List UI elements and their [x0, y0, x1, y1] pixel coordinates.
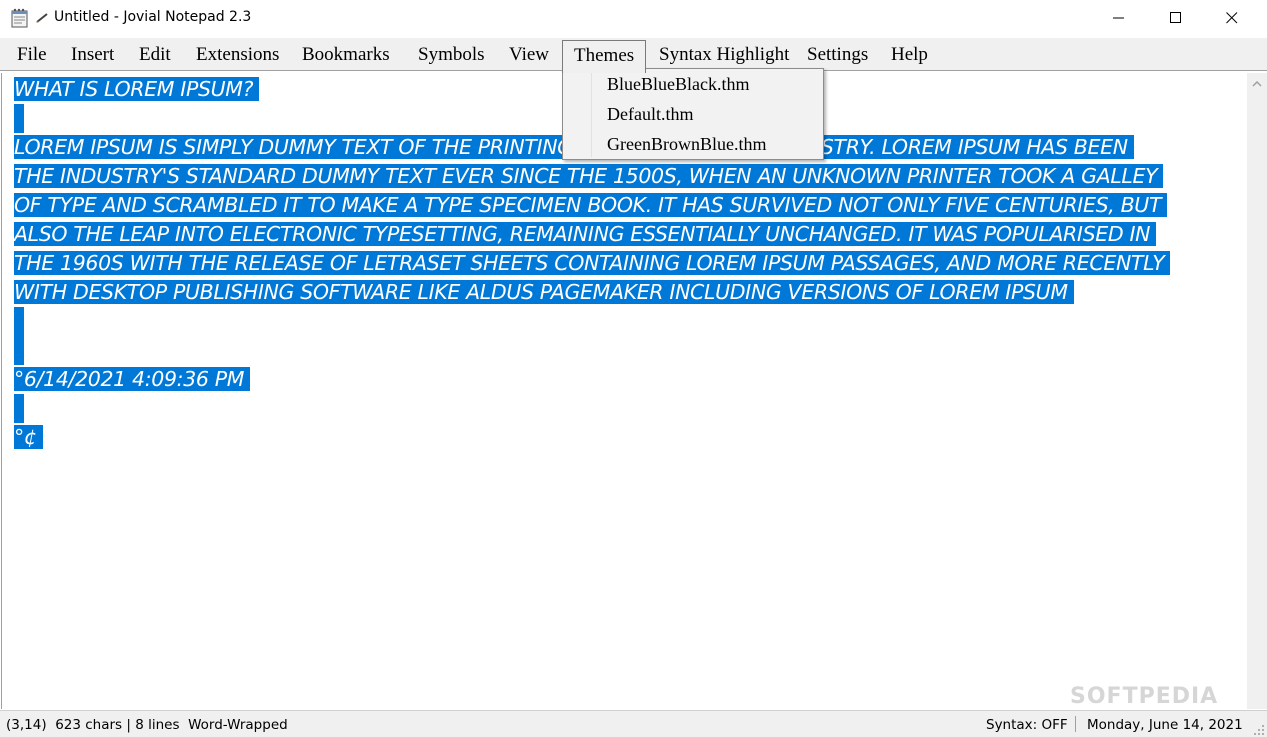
menu-view[interactable]: View — [509, 38, 549, 71]
menu-insert[interactable]: Insert — [71, 38, 114, 71]
scroll-up-button[interactable] — [1247, 73, 1267, 95]
menu-syntax-highlight[interactable]: Syntax Highlight — [659, 38, 789, 71]
text-line — [14, 307, 1239, 336]
menu-symbols[interactable]: Symbols — [418, 38, 485, 71]
status-info: (3,14) 623 chars | 8 lines Word-Wrapped — [6, 717, 288, 733]
syntax-status: Syntax: OFF — [986, 717, 1068, 733]
text-line: THE 1960S WITH THE RELEASE OF LETRASET S… — [14, 249, 1239, 278]
minimize-icon — [1113, 17, 1124, 19]
title-bar: Untitled - Jovial Notepad 2.3 — [0, 0, 1267, 36]
menu-help[interactable]: Help — [891, 38, 928, 71]
status-bar: (3,14) 623 chars | 8 lines Word-Wrapped … — [0, 710, 1267, 737]
text-line: °6/14/2021 4:09:36 PM — [14, 365, 1239, 394]
menu-extensions[interactable]: Extensions — [196, 38, 279, 71]
text-line — [14, 336, 1239, 365]
maximize-icon — [1170, 12, 1181, 23]
menu-edit[interactable]: Edit — [139, 38, 171, 71]
theme-greenbrownblue[interactable]: GreenBrownBlue.thm — [607, 134, 766, 155]
status-divider — [1075, 716, 1076, 732]
menu-bookmarks[interactable]: Bookmarks — [302, 38, 390, 71]
close-icon — [1226, 12, 1238, 24]
maximize-button[interactable] — [1153, 0, 1199, 36]
themes-dropdown: BlueBlueBlack.thm Default.thm GreenBrown… — [562, 68, 824, 160]
editor-area[interactable]: WHAT IS LOREM IPSUM? LOREM IPSUM IS SIMP… — [1, 73, 1267, 709]
chevron-up-icon — [1252, 81, 1262, 87]
status-date: Monday, June 14, 2021 — [1087, 717, 1243, 733]
resize-grip-icon[interactable] — [1253, 723, 1265, 735]
window-title: Untitled - Jovial Notepad 2.3 — [54, 9, 252, 25]
char-count: 623 chars | 8 lines — [55, 717, 180, 733]
close-button[interactable] — [1209, 0, 1255, 36]
watermark: SOFTPEDIA — [1070, 684, 1219, 709]
menu-settings[interactable]: Settings — [807, 38, 868, 71]
text-line: OF TYPE AND SCRAMBLED IT TO MAKE A TYPE … — [14, 191, 1239, 220]
theme-default[interactable]: Default.thm — [607, 104, 693, 125]
text-line — [14, 394, 1239, 423]
menu-themes[interactable]: Themes — [562, 40, 647, 73]
cursor-position: (3,14) — [6, 717, 47, 733]
notepad-icon[interactable] — [10, 8, 30, 28]
menu-file[interactable]: File — [17, 38, 47, 71]
text-line: ALSO THE LEAP INTO ELECTRONIC TYPESETTIN… — [14, 220, 1239, 249]
minimize-button[interactable] — [1096, 0, 1142, 36]
menu-bar: File Insert Edit Extensions Bookmarks Sy… — [0, 38, 1267, 73]
text-line: WITH DESKTOP PUBLISHING SOFTWARE LIKE AL… — [14, 278, 1239, 307]
text-line: THE INDUSTRY'S STANDARD DUMMY TEXT EVER … — [14, 162, 1239, 191]
pen-icon — [35, 11, 49, 23]
menu-gutter — [591, 71, 592, 157]
text-line: °¢ — [14, 423, 1239, 452]
wrap-mode: Word-Wrapped — [188, 717, 288, 733]
vertical-scrollbar[interactable] — [1247, 73, 1267, 709]
theme-blueblueblack[interactable]: BlueBlueBlack.thm — [607, 74, 749, 95]
